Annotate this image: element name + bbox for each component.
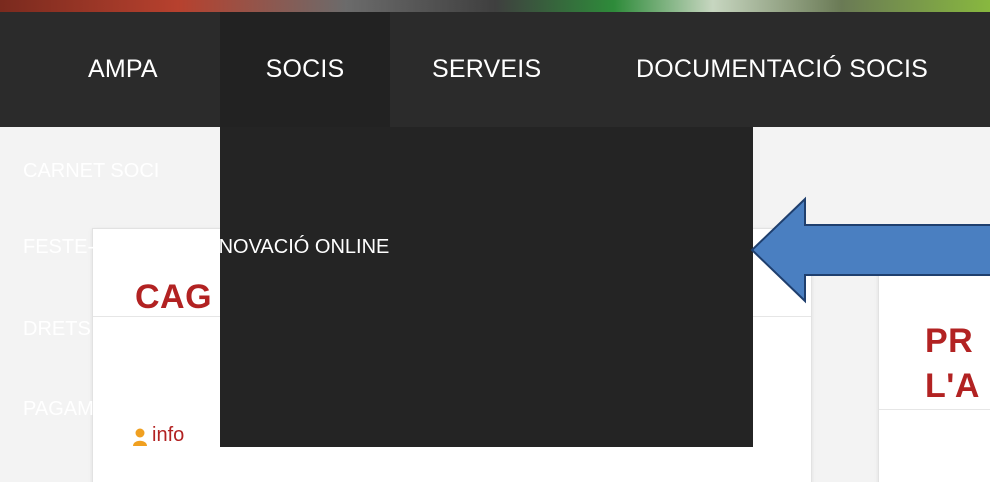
socis-dropdown-menu: [220, 127, 753, 447]
nav-item-ampa[interactable]: AMPA: [88, 12, 158, 127]
header-banner: [0, 0, 990, 12]
page: AMPA SOCIS SERVEIS DOCUMENTACIÓ SOCIS CA…: [0, 0, 990, 482]
dropdown-item-feste-te-soci[interactable]: FESTE-TE SOCI / RENOVACIÓ ONLINE: [23, 236, 389, 259]
post-author[interactable]: info: [152, 424, 184, 447]
nav-item-socis[interactable]: SOCIS: [220, 12, 390, 127]
left-arrow-icon: [750, 196, 990, 304]
post-title-right-line1[interactable]: PR: [925, 322, 973, 361]
post-title-right-line2[interactable]: L'A: [925, 367, 980, 406]
nav-item-documentacio-socis[interactable]: DOCUMENTACIÓ SOCIS: [636, 12, 928, 127]
dropdown-item-drets-del-soci[interactable]: DRETS DEL SOCI: [23, 318, 189, 341]
dropdown-item-carnet-soci[interactable]: CARNET SOCI: [23, 160, 159, 183]
post-title-left[interactable]: CAG: [135, 278, 212, 317]
card-divider: [879, 409, 990, 410]
nav-item-serveis[interactable]: SERVEIS: [432, 12, 541, 127]
user-icon: [133, 428, 147, 446]
dropdown-item-pagaments[interactable]: PAGAMENTS: [23, 398, 147, 421]
